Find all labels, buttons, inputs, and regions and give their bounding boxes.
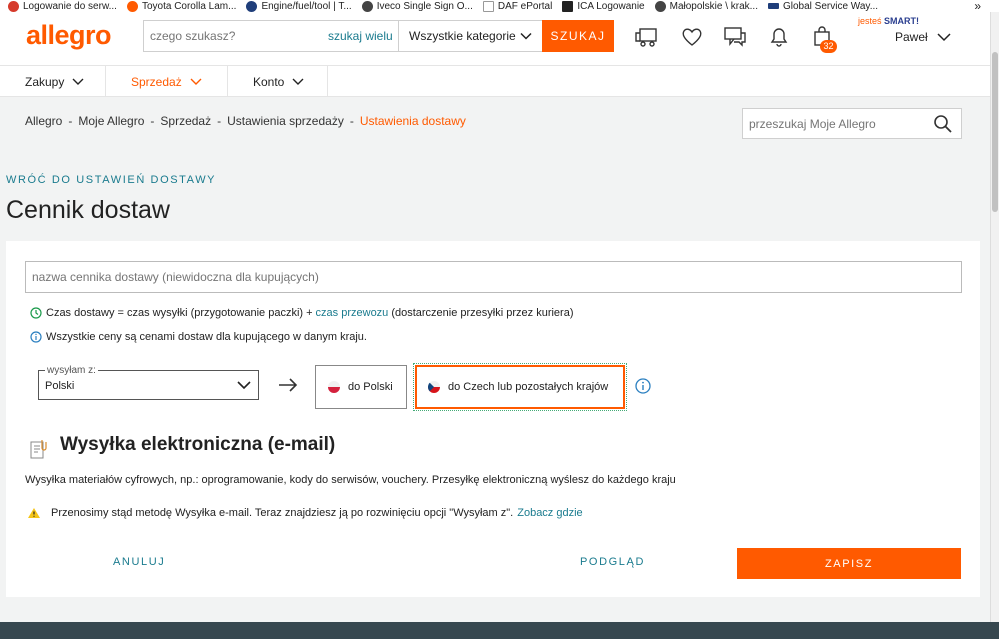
preview-button[interactable]: PODGLĄD	[580, 556, 645, 568]
warning-message: Przenosimy stąd metodę Wysyłka e-mail. T…	[25, 507, 583, 519]
site-header: allegro szukaj wielu Wszystkie kategorie…	[0, 12, 990, 66]
breadcrumb-item[interactable]: Allegro	[25, 114, 62, 128]
bookmark-icon	[8, 0, 19, 12]
breadcrumb-item[interactable]: Ustawienia sprzedaży	[227, 114, 344, 128]
save-button[interactable]: ZAPISZ	[737, 548, 961, 579]
cancel-button[interactable]: ANULUJ	[113, 556, 165, 568]
chevron-down-icon[interactable]	[936, 30, 952, 44]
bookmark-icon	[126, 0, 138, 12]
delivery-truck-icon[interactable]	[634, 24, 660, 50]
tab-label: Zakupy	[25, 74, 65, 89]
breadcrumb-item[interactable]: Sprzedaż	[160, 114, 211, 128]
arrow-right-icon	[279, 378, 298, 392]
scrollbar-thumb[interactable]	[992, 52, 998, 212]
search-many-link[interactable]: szukaj wielu	[328, 21, 393, 51]
bookmark[interactable]: Małopolskie \ krak...	[654, 0, 758, 12]
globe-icon	[654, 0, 666, 12]
account-nav: Zakupy Sprzedaż Konto	[0, 66, 990, 97]
czech-flag-icon	[428, 381, 440, 393]
category-select[interactable]: Wszystkie kategorie	[398, 21, 541, 51]
tab-zakupy[interactable]: Zakupy	[0, 66, 106, 97]
bookmark[interactable]: Engine/fuel/tool | T...	[246, 0, 352, 12]
destination-czech-button[interactable]: do Czech lub pozostałych krajów	[413, 363, 627, 411]
more-bookmarks-button[interactable]: »	[974, 0, 981, 12]
warning-icon	[28, 508, 40, 518]
transit-time-link[interactable]: czas przewozu	[316, 307, 389, 319]
destination-label: do Czech lub pozostałych krajów	[448, 381, 609, 393]
email-shipping-icon	[30, 440, 47, 459]
tab-label: Sprzedaż	[131, 74, 182, 89]
chevron-down-icon	[72, 78, 84, 85]
see-where-link[interactable]: Zobacz gdzie	[517, 507, 582, 519]
poland-flag-icon	[328, 381, 340, 393]
chevron-down-icon	[237, 381, 251, 390]
bookmark[interactable]: Toyota Corolla Lam...	[126, 0, 236, 12]
shipping-rates-form: Czas dostawy = czas wysyłki (przygotowan…	[6, 241, 980, 597]
bookmark[interactable]: Logowanie do serw...	[8, 0, 117, 12]
scrollbar[interactable]	[990, 12, 999, 622]
bookmarks-bar: Logowanie do serw... Toyota Corolla Lam.…	[0, 0, 999, 12]
ship-from-label: wysyłam z:	[45, 365, 98, 376]
tab-label: Konto	[253, 74, 285, 89]
chevron-down-icon	[292, 78, 304, 85]
bookmark[interactable]: DAF ePortal	[482, 0, 552, 12]
section-title: Wysyłka elektroniczna (e-mail)	[60, 434, 336, 455]
smart-badge[interactable]: jesteś SMART!	[858, 16, 919, 26]
search-bar: szukaj wielu Wszystkie kategorie SZUKAJ	[143, 20, 614, 52]
breadcrumb-separator: -	[150, 114, 155, 128]
ship-from-select[interactable]: wysyłam z: Polski	[38, 365, 259, 400]
rate-name-input[interactable]	[25, 261, 962, 293]
my-allegro-search	[742, 108, 962, 139]
heart-icon[interactable]	[679, 24, 705, 50]
globe-icon	[361, 0, 373, 12]
bookmark-icon	[768, 3, 779, 9]
destination-label: do Polski	[348, 381, 393, 393]
tab-konto[interactable]: Konto	[228, 66, 328, 97]
section-description: Wysyłka materiałów cyfrowych, np.: oprog…	[25, 474, 676, 486]
breadcrumb-current: Ustawienia dostawy	[359, 114, 466, 128]
bookmark-icon	[246, 0, 258, 12]
page-footer	[0, 622, 999, 639]
bookmark[interactable]: Global Service Way...	[768, 1, 878, 12]
breadcrumb-separator: -	[217, 114, 222, 128]
ship-from-value: Polski	[45, 380, 75, 392]
search-icon[interactable]	[933, 114, 953, 134]
breadcrumb-separator: -	[349, 114, 354, 128]
category-select-value: Wszystkie kategorie	[409, 29, 516, 43]
back-to-delivery-settings-link[interactable]: WRÓĆ DO USTAWIEŃ DOSTAWY	[6, 174, 216, 186]
cart-count-badge: 32	[820, 40, 837, 53]
chevron-down-icon	[520, 32, 532, 40]
tab-sprzedaz[interactable]: Sprzedaż	[106, 66, 228, 97]
bookmark[interactable]: ICA Logowanie	[562, 0, 645, 12]
breadcrumb-separator: -	[68, 114, 73, 128]
allegro-logo[interactable]: allegro	[26, 20, 112, 51]
search-button[interactable]: SZUKAJ	[542, 20, 614, 52]
messages-icon[interactable]	[722, 24, 748, 50]
my-allegro-search-input[interactable]	[743, 116, 923, 131]
clock-icon	[30, 307, 42, 319]
breadcrumb-item[interactable]: Moje Allegro	[78, 114, 144, 128]
page-title: Cennik dostaw	[6, 196, 170, 224]
breadcrumb: Allegro - Moje Allegro - Sprzedaż - Ustawie…	[25, 114, 466, 128]
delivery-time-info: Czas dostawy = czas wysyłki (przygotowan…	[30, 307, 573, 319]
info-icon[interactable]	[635, 378, 651, 394]
chevron-down-icon	[190, 78, 202, 85]
prices-info: Wszystkie ceny są cenami dostaw dla kupu…	[30, 331, 367, 343]
bookmark[interactable]: Iveco Single Sign O...	[361, 0, 473, 12]
destination-poland-button[interactable]: do Polski	[315, 365, 407, 409]
plus-icon	[562, 0, 574, 12]
info-icon	[30, 331, 42, 343]
bell-icon[interactable]	[766, 24, 792, 50]
user-name[interactable]: Paweł	[895, 30, 928, 44]
document-icon	[482, 0, 494, 12]
